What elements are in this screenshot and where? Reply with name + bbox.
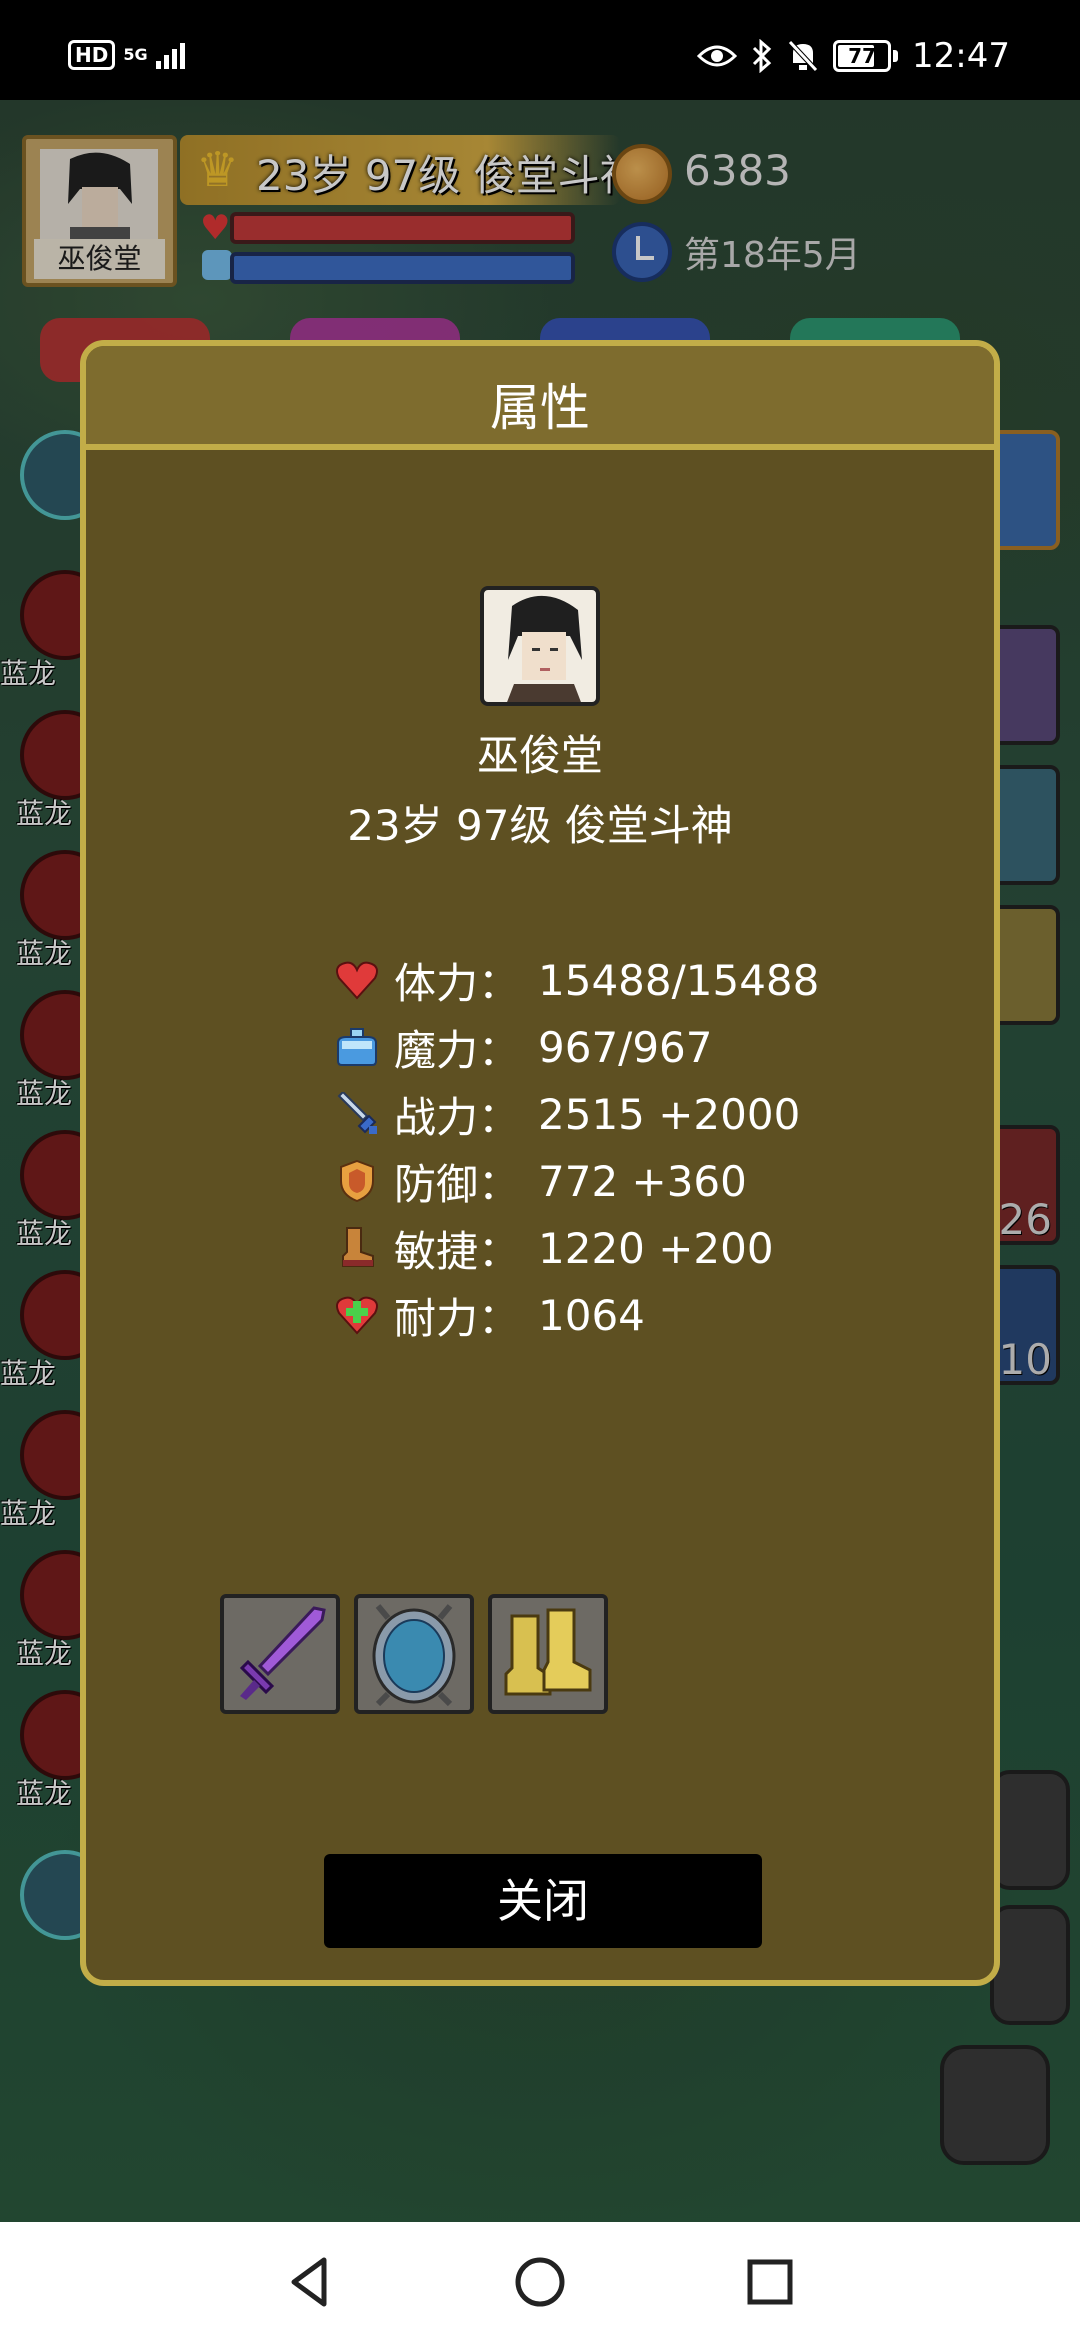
attr-label: 防御： — [394, 1159, 521, 1209]
battery-icon: 77 — [833, 40, 899, 72]
home-circle-icon[interactable] — [510, 2252, 570, 2312]
shield-icon — [332, 1156, 382, 1206]
close-button[interactable]: 关闭 — [324, 1854, 762, 1948]
attr-label: 战力： — [394, 1092, 521, 1142]
bluetooth-icon — [752, 39, 772, 73]
network-type: 5G — [123, 45, 148, 64]
hd-badge: HD — [68, 40, 116, 70]
recents-square-icon[interactable] — [740, 2252, 800, 2312]
eye-icon — [697, 45, 738, 67]
status-left: HD 5G — [68, 40, 185, 70]
attr-label: 魔力： — [394, 1025, 521, 1075]
attr-row-stamina: 耐力： 1064 — [332, 1285, 645, 1345]
sword-icon — [332, 1089, 382, 1139]
gold-boots-icon — [504, 1608, 592, 1696]
attr-row-defense: 防御： 772 +360 — [332, 1151, 747, 1211]
character-name: 巫俊堂 — [476, 731, 603, 780]
back-triangle-icon[interactable] — [280, 2252, 340, 2312]
attr-row-mp: 魔力： 967/967 — [332, 1017, 712, 1077]
potion-icon — [332, 1022, 382, 1072]
attr-row-attack: 战力： 2515 +2000 — [332, 1084, 800, 1144]
attr-value: 772 +360 — [538, 1156, 747, 1206]
boot-icon — [332, 1223, 382, 1273]
equip-slot-weapon[interactable] — [220, 1594, 340, 1714]
attr-value: 15488/15488 — [538, 955, 820, 1005]
attr-row-hp: 体力： 15488/15488 — [332, 950, 819, 1010]
attr-value: 1220 +200 — [538, 1223, 774, 1273]
status-right: 77 12:47 — [697, 36, 1010, 76]
attribute-modal: 属性 巫俊堂 23岁 97级 俊堂斗神 体力： 15488/15488 魔力： … — [80, 340, 1000, 1986]
blue-shield-icon — [372, 1604, 456, 1707]
attr-value: 967/967 — [538, 1022, 713, 1072]
equip-slot-armor[interactable] — [354, 1594, 474, 1714]
battery-level: 77 — [848, 44, 876, 68]
signal-icon — [155, 41, 185, 69]
attr-label: 体力： — [394, 958, 521, 1008]
modal-header: 属性 — [86, 346, 994, 450]
attr-label: 敏捷： — [394, 1226, 521, 1276]
attr-value: 2515 +2000 — [538, 1089, 801, 1139]
equip-slot-boots[interactable] — [488, 1594, 608, 1714]
modal-title: 属性 — [490, 379, 590, 437]
attr-row-agility: 敏捷： 1220 +200 — [332, 1218, 774, 1278]
heart-plus-icon — [332, 1290, 382, 1340]
attr-value: 1064 — [538, 1290, 645, 1340]
clock-time: 12:47 — [912, 36, 1010, 76]
attr-label: 耐力： — [394, 1293, 521, 1343]
character-portrait — [480, 586, 600, 706]
purple-sword-icon — [239, 1606, 326, 1700]
character-subtitle: 23岁 97级 俊堂斗神 — [347, 801, 733, 850]
heart-icon — [332, 955, 382, 1005]
mute-bell-icon — [788, 40, 818, 72]
navigation-bar — [0, 2222, 1080, 2340]
status-bar: HD 5G 77 12:47 — [0, 0, 1080, 100]
